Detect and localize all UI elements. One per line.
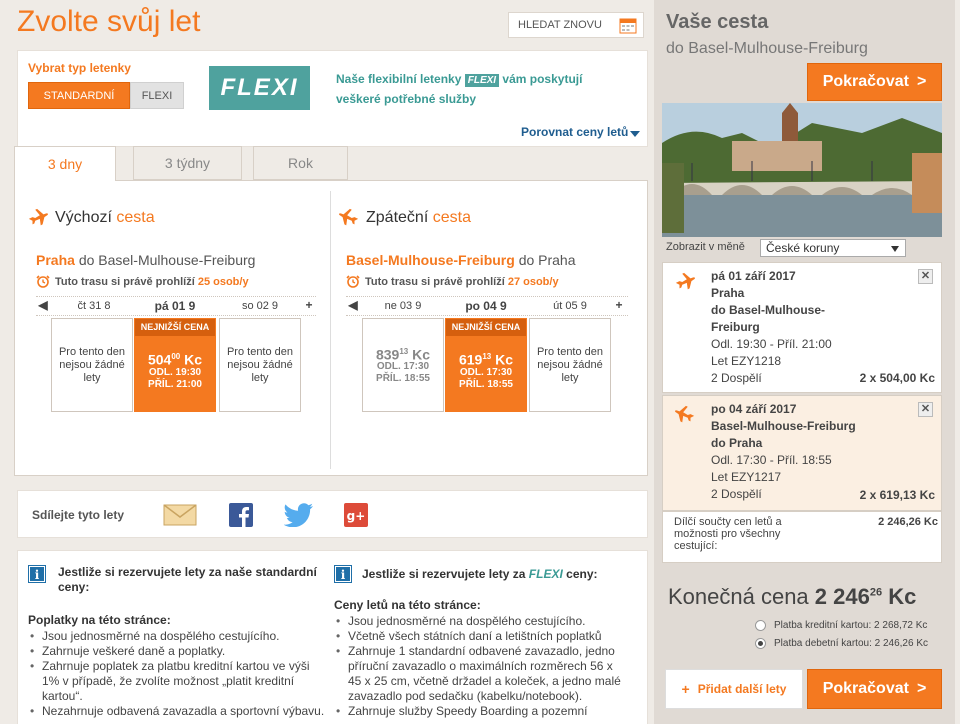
alarm-clock-icon bbox=[346, 275, 360, 288]
flight-price: 83913 Kc bbox=[375, 346, 431, 363]
compare-prices-link[interactable]: Porovnat ceny letů bbox=[521, 125, 641, 139]
svg-text:i: i bbox=[35, 568, 40, 582]
tab-year[interactable]: Rok bbox=[253, 146, 348, 180]
payment-option-credit[interactable]: Platba kreditní kartou: 2 268,72 Kc bbox=[755, 620, 927, 631]
ticket-type-panel: Vybrat typ letenky STANDARDNÍ FLEXI FLEX… bbox=[17, 50, 648, 147]
prev-day-button-inbound[interactable]: ◀ bbox=[347, 299, 359, 312]
flight-price: 50400 Kc bbox=[147, 351, 203, 368]
subtotal-box: Dílčí součty cen letů a možnosti pro vše… bbox=[662, 511, 942, 563]
day-label: so 02 9 bbox=[241, 300, 279, 312]
itinerary-leg-return: po 04 září 2017 Basel-Mulhouse-Freiburg … bbox=[662, 395, 942, 511]
plane-depart-icon bbox=[27, 207, 49, 229]
sidebar-title: Vaše cesta bbox=[666, 11, 769, 33]
radio-button-selected[interactable] bbox=[755, 638, 766, 649]
facebook-icon[interactable] bbox=[229, 503, 253, 527]
google-plus-icon[interactable]: g+ bbox=[344, 503, 368, 527]
inbound-route: Basel-Mulhouse-Freiburg do Praha bbox=[346, 252, 576, 268]
flight-price: 61913 Kc bbox=[458, 351, 514, 368]
info-panel: i Jestliže si rezervujete lety za naše s… bbox=[17, 550, 648, 724]
alarm-clock-icon bbox=[36, 275, 50, 288]
day-label-selected: po 04 9 bbox=[465, 299, 507, 313]
outbound-viewers: Tuto trasu si právě prohlíží 25 osob/y bbox=[36, 275, 249, 288]
radio-button[interactable] bbox=[755, 620, 766, 631]
outbound-heading: Výchozí cesta bbox=[55, 209, 155, 226]
next-day-button-inbound[interactable]: + bbox=[613, 299, 625, 312]
day-label: čt 31 8 bbox=[77, 300, 111, 312]
chevron-down-icon bbox=[630, 130, 641, 137]
leg-price: 2 x 619,13 Kc bbox=[859, 488, 935, 502]
currency-label: Zobrazit v měně bbox=[666, 241, 745, 253]
flexi-badge: FLEXI bbox=[464, 74, 500, 87]
leg-price: 2 x 504,00 Kc bbox=[859, 371, 935, 385]
flexi-promo-text: Naše flexibilní letenky FLEXI vám poskyt… bbox=[336, 72, 583, 106]
svg-text:g+: g+ bbox=[347, 509, 366, 523]
search-again-label: HLEDAT ZNOVU bbox=[518, 19, 602, 31]
email-icon[interactable] bbox=[163, 503, 197, 527]
currency-select[interactable]: České koruny bbox=[760, 239, 906, 257]
flight-option-selected[interactable]: NEJNIŽŠÍ CENA 50400 Kc ODL. 19:30 PŘÍL. … bbox=[134, 318, 216, 412]
flight-option-selected[interactable]: NEJNIŽŠÍ CENA 61913 Kc ODL. 17:30 PŘÍL. … bbox=[445, 318, 527, 412]
inbound-viewers: Tuto trasu si právě prohlíží 27 osob/y bbox=[346, 275, 559, 288]
info-standard: i Jestliže si rezervujete lety za naše s… bbox=[28, 565, 328, 719]
share-panel: Sdílejte tyto lety g+ bbox=[17, 490, 648, 538]
day-label: ne 03 9 bbox=[384, 300, 422, 312]
twitter-icon[interactable] bbox=[284, 503, 314, 527]
plus-icon: + bbox=[681, 681, 690, 697]
tab-3-weeks[interactable]: 3 týdny bbox=[133, 146, 242, 180]
itinerary-leg-outbound: pá 01 září 2017 Praha do Basel-Mulhouse-… bbox=[662, 262, 942, 393]
continue-button-top[interactable]: Pokračovat > bbox=[807, 63, 942, 101]
subtotal-value: 2 246,26 Kc bbox=[878, 516, 938, 528]
calendar-icon bbox=[619, 17, 637, 34]
day-label: út 05 9 bbox=[553, 300, 587, 312]
no-flights-cell: Pro tento den nejsou žádné lety bbox=[219, 318, 301, 412]
outbound-route: Praha do Basel-Mulhouse-Freiburg bbox=[36, 252, 256, 268]
destination-photo bbox=[662, 103, 942, 237]
info-icon: i bbox=[334, 565, 352, 583]
svg-text:i: i bbox=[341, 568, 346, 582]
info-icon: i bbox=[28, 565, 46, 583]
prev-day-button-outbound[interactable]: ◀ bbox=[37, 299, 49, 312]
final-price: Konečná cena 2 24626 Kc bbox=[668, 584, 917, 609]
ticket-type-label: Vybrat typ letenky bbox=[28, 61, 131, 75]
chevron-right-icon: > bbox=[916, 680, 927, 697]
search-again-button[interactable]: HLEDAT ZNOVU bbox=[508, 12, 644, 38]
next-day-button-outbound[interactable]: + bbox=[303, 299, 315, 312]
add-flights-button[interactable]: + Přidat další lety bbox=[665, 669, 803, 709]
payment-option-debit[interactable]: Platba debetní kartou: 2 246,26 Kc bbox=[755, 638, 928, 649]
plane-depart-icon bbox=[674, 271, 696, 293]
chevron-right-icon: > bbox=[916, 73, 927, 90]
info-flexi: i Jestliže si rezervujete lety za FLEXI … bbox=[334, 565, 634, 719]
flight-option[interactable]: 83913 Kc ODL. 17:30 PŘÍL. 18:55 bbox=[362, 318, 444, 412]
day-label-selected: pá 01 9 bbox=[154, 299, 196, 313]
standard-ticket-button[interactable]: STANDARDNÍ bbox=[28, 82, 130, 109]
inbound-heading: Zpáteční cesta bbox=[366, 209, 471, 226]
share-label: Sdílejte tyto lety bbox=[32, 508, 125, 522]
flexi-logo: FLEXI bbox=[209, 66, 310, 110]
page-title: Zvolte svůj let bbox=[17, 5, 201, 38]
sidebar-subtitle: do Basel-Mulhouse-Freiburg bbox=[666, 40, 868, 57]
tab-3-days[interactable]: 3 dny bbox=[14, 146, 116, 181]
remove-leg-button[interactable]: ✕ bbox=[918, 402, 933, 417]
no-flights-cell: Pro tento den nejsou žádné lety bbox=[529, 318, 611, 412]
remove-leg-button[interactable]: ✕ bbox=[918, 269, 933, 284]
continue-button-bottom[interactable]: Pokračovat > bbox=[807, 669, 942, 709]
flexi-ticket-button[interactable]: FLEXI bbox=[130, 82, 184, 109]
sidebar: Vaše cesta do Basel-Mulhouse-Freiburg Po… bbox=[654, 0, 955, 724]
chevron-down-icon bbox=[891, 246, 899, 252]
no-flights-cell: Pro tento den nejsou žádné lety bbox=[51, 318, 133, 412]
plane-return-icon bbox=[338, 207, 360, 229]
plane-return-icon bbox=[674, 404, 696, 426]
